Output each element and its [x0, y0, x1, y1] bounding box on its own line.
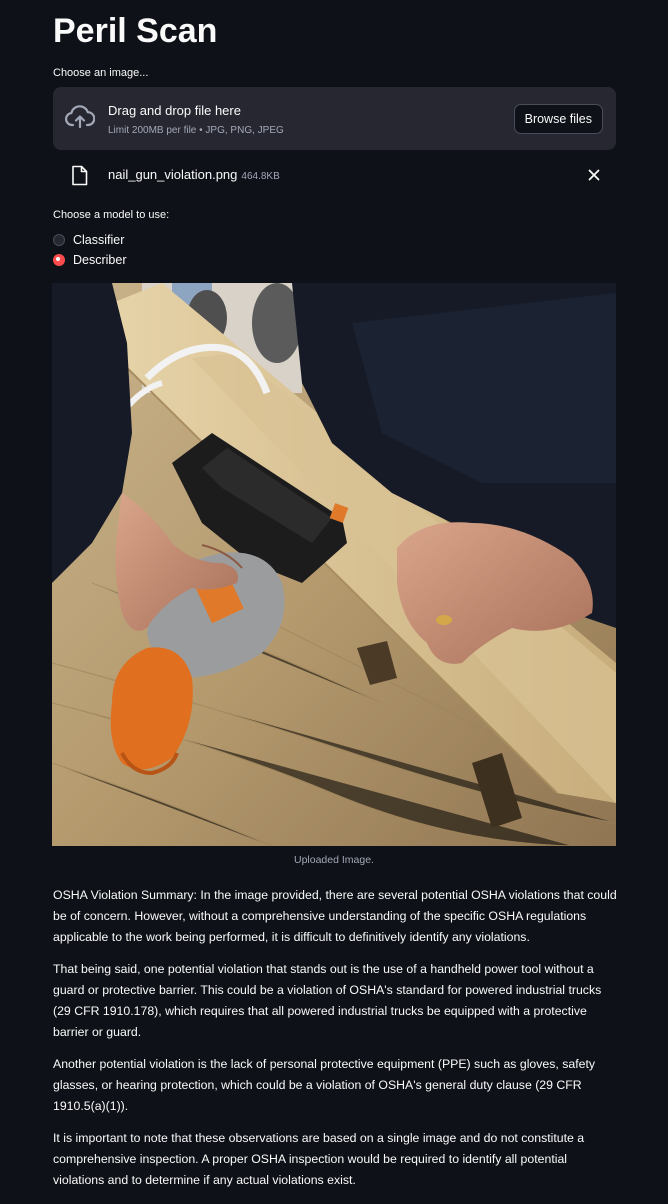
summary-paragraph: Another potential violation is the lack … — [53, 1057, 596, 1113]
uploaded-image — [52, 283, 616, 846]
radio-describer[interactable]: Describer — [53, 251, 127, 269]
file-icon — [71, 165, 88, 186]
uploaded-file-name: nail_gun_violation.png 464.8KB — [108, 166, 280, 186]
page-title: Peril Scan — [53, 12, 218, 50]
file-dropzone[interactable]: Drag and drop file here Limit 200MB per … — [53, 87, 616, 150]
drop-instructions: Drag and drop file here Limit 200MB per … — [108, 102, 284, 139]
summary-paragraph: It is important to note that these obser… — [53, 1131, 585, 1187]
drop-title: Drag and drop file here — [108, 103, 241, 118]
radio-classifier[interactable]: Classifier — [53, 231, 124, 249]
close-icon[interactable] — [586, 167, 602, 183]
browse-files-button[interactable]: Browse files — [513, 104, 603, 134]
image-caption: Uploaded Image. — [294, 854, 374, 866]
app-main: Peril Scan Choose an image... Drag and d… — [0, 0, 668, 1204]
radio-unchecked-icon[interactable] — [53, 234, 65, 246]
file-size: 464.8KB — [241, 171, 280, 182]
summary-paragraph: That being said, one potential violation… — [53, 962, 602, 1039]
uploader-label: Choose an image... — [53, 67, 149, 79]
model-select-label: Choose a model to use: — [53, 209, 170, 221]
radio-classifier-label: Classifier — [73, 233, 125, 247]
file-name-text: nail_gun_violation.png — [108, 167, 238, 182]
summary-paragraph: OSHA Violation Summary: In the image pro… — [53, 888, 617, 944]
radio-checked-icon[interactable] — [53, 254, 65, 266]
radio-describer-label: Describer — [73, 253, 127, 267]
uploaded-file-row: nail_gun_violation.png 464.8KB — [53, 162, 616, 188]
cloud-upload-icon — [65, 105, 96, 131]
violation-summary: OSHA Violation Summary: In the image pro… — [53, 885, 620, 1202]
drop-limit: Limit 200MB per file • JPG, PNG, JPEG — [108, 125, 284, 136]
